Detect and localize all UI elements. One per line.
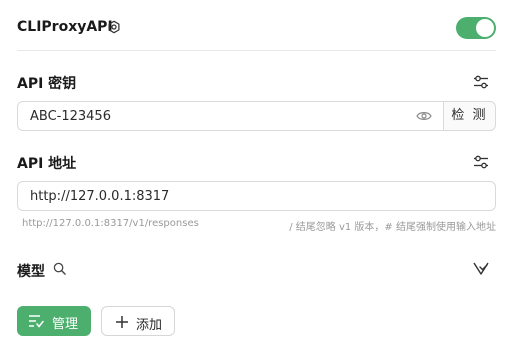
api-address-input[interactable]: http://127.0.0.1:8317: [17, 181, 496, 211]
api-address-hint-note: / 结尾忽略 v1 版本，# 结尾强制使用输入地址: [289, 222, 496, 233]
divider: [17, 50, 496, 51]
eye-icon[interactable]: [416, 109, 432, 123]
toggle-knob: [476, 19, 494, 37]
models-label: 模型: [17, 264, 45, 280]
manage-button-label: 管理: [52, 317, 79, 332]
add-button-label: 添加: [136, 318, 163, 333]
api-address-label: API 地址: [17, 156, 77, 172]
app-title: CLIProxyAPI: [17, 19, 113, 35]
api-address-settings-icon[interactable]: [473, 155, 489, 169]
api-key-input[interactable]: ABC-123456: [17, 101, 444, 131]
filter-icon[interactable]: [473, 261, 489, 275]
api-key-settings-icon[interactable]: [473, 75, 489, 89]
header: CLIProxyAPI: [0, 0, 505, 50]
api-key-value: ABC-123456: [30, 109, 111, 124]
add-button[interactable]: 添加: [101, 306, 175, 336]
gear-icon[interactable]: [107, 20, 121, 34]
plus-icon: [116, 316, 128, 328]
api-address-value: http://127.0.0.1:8317: [30, 189, 170, 204]
detect-button[interactable]: 检 测: [443, 101, 496, 131]
api-key-label: API 密钥: [17, 76, 77, 92]
api-address-hint-url: http://127.0.0.1:8317/v1/responses: [22, 218, 199, 229]
list-check-icon: [29, 315, 44, 328]
enable-toggle[interactable]: [456, 17, 496, 39]
manage-button[interactable]: 管理: [17, 306, 91, 336]
search-icon[interactable]: [53, 262, 66, 275]
